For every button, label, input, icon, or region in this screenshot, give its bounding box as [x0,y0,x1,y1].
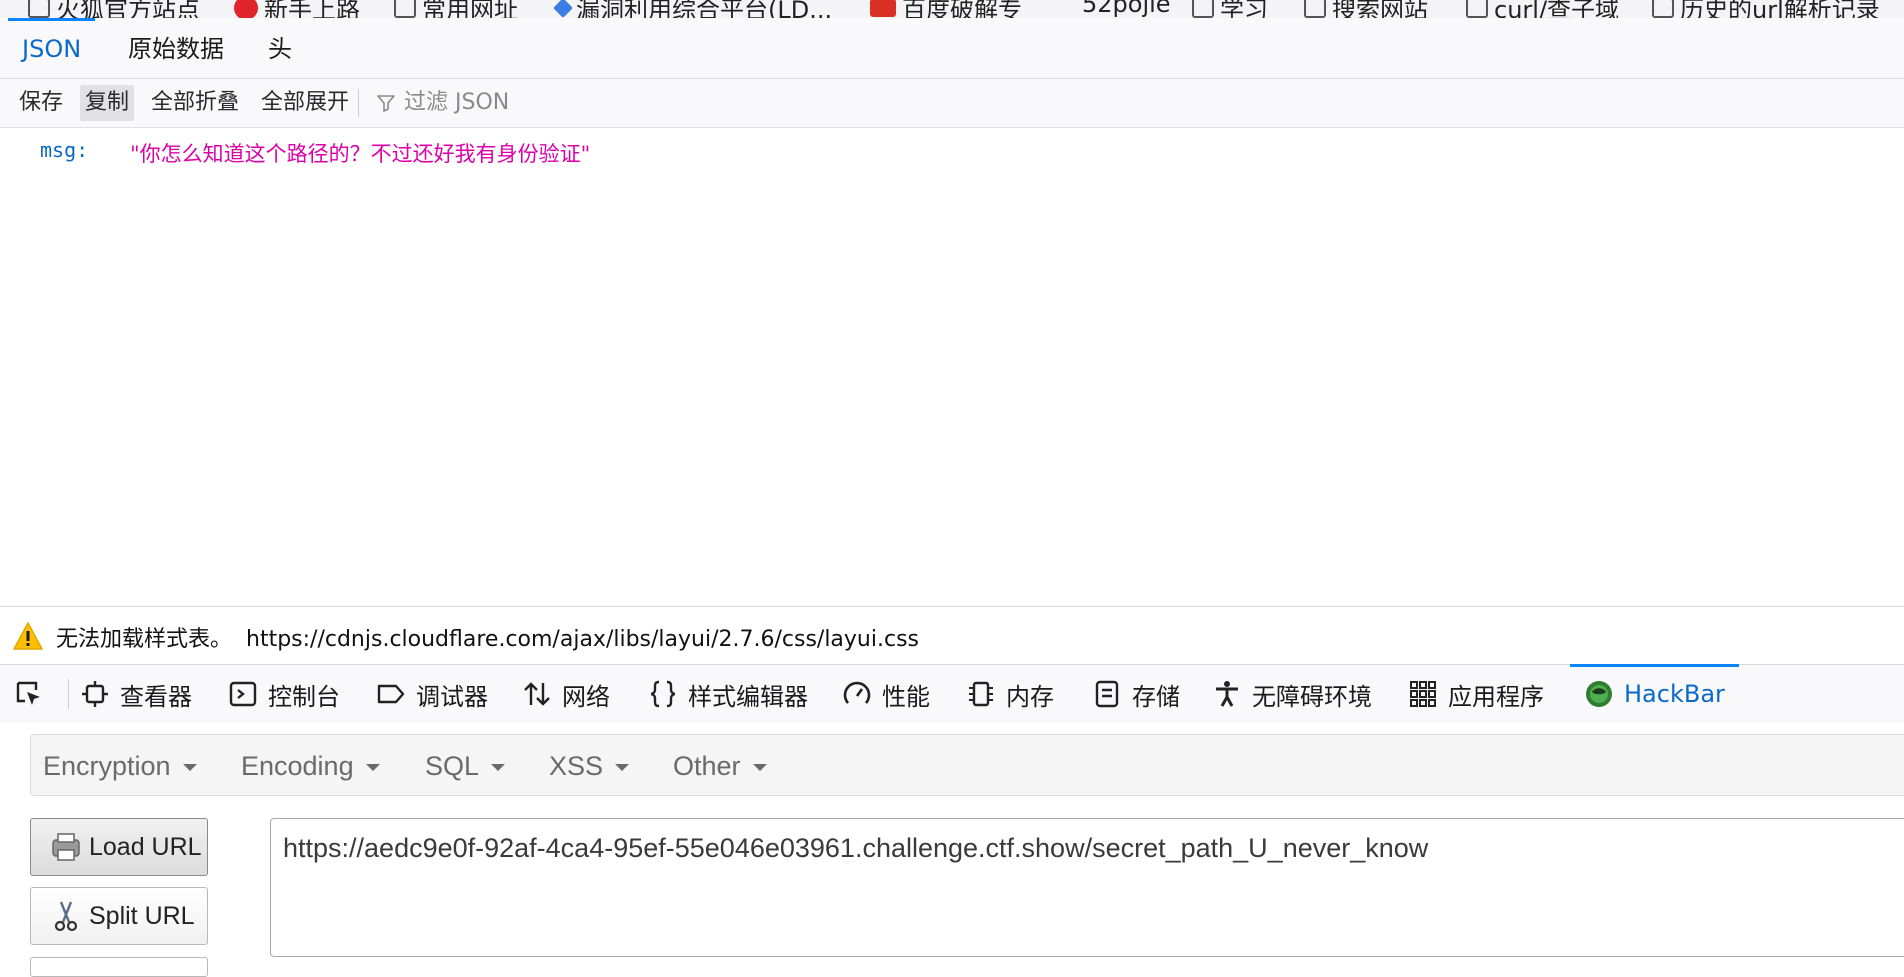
load-url-icon [52,833,80,861]
devtools-toolbar: 查看器 控制台 调试器 网络 样式编辑器 性能 内存 存储 无障碍环境 应用程序… [0,664,1904,724]
other-menu[interactable]: Other [673,735,767,795]
json-key: msg: [40,138,89,162]
tab-inspector[interactable]: 查看器 [80,665,192,723]
caret-down-icon [615,764,630,772]
hackbar-panel: Encryption Encoding SQL XSS Other Load U… [0,723,1904,977]
hackbar-menu: Encryption Encoding SQL XSS Other [30,734,1904,796]
warning-message: 无法加载样式表。 https://cdnjs.cloudflare.com/aja… [56,621,919,653]
memory-chip-icon [969,681,993,707]
gauge-icon [843,681,871,704]
url-textarea[interactable]: https://aedc9e0f-92af-4ca4-95ef-55e046e0… [270,818,1904,957]
json-row[interactable]: msg: "你怎么知道这个路径的？不过还好我有身份验证" [40,138,590,168]
filter-icon [377,95,395,112]
sql-menu[interactable]: SQL [425,735,506,795]
bookmark-item[interactable]: 搜索网站 [1304,0,1428,18]
toolbar-divider [358,89,359,117]
scissors-icon [54,901,78,932]
bookmark-item[interactable]: 百度破解专 [870,0,1022,18]
tab-console[interactable]: 控制台 [228,665,340,723]
load-url-button[interactable]: Load URL [30,818,208,876]
bookmark-item[interactable]: 常用网址 [394,0,518,18]
hackbar-logo-icon [1586,681,1612,707]
caret-down-icon [752,764,767,772]
bookmark-item[interactable]: 火狐官方站点 [28,0,200,18]
encoding-menu[interactable]: Encoding [241,735,380,795]
encryption-menu[interactable]: Encryption [43,735,197,795]
folder-icon [28,0,50,18]
warning-url[interactable]: https://cdnjs.cloudflare.com/ajax/libs/l… [246,627,919,652]
hackbar-button[interactable] [30,957,208,977]
warning-text: 无法加载样式表。 [56,627,233,652]
tab-accessibility[interactable]: 无障碍环境 [1212,665,1372,723]
bookmark-item[interactable]: 历史的url解析记录 [1652,0,1880,18]
xss-menu[interactable]: XSS [549,735,630,795]
expand-all-button[interactable]: 全部展开 [256,85,354,121]
tab-memory[interactable]: 内存 [966,665,1054,723]
folder-icon [1466,0,1488,18]
json-content: msg: "你怎么知道这个路径的？不过还好我有身份验证" [0,128,1904,606]
tab-debugger[interactable]: 调试器 [376,665,488,723]
copy-button[interactable]: 复制 [80,85,135,121]
inspector-icon [82,681,108,707]
json-value: "你怎么知道这个路径的？不过还好我有身份验证" [130,142,591,166]
filter-json-input[interactable]: 过滤 JSON [376,85,509,121]
caret-down-icon [491,764,506,772]
diamond-icon [553,0,573,18]
json-viewer-tabs: JSON 原始数据 头 [0,18,1904,79]
bookmark-item[interactable]: 新手上路 [234,0,360,18]
tab-style-editor[interactable]: 样式编辑器 [648,665,808,723]
folder-icon [1192,0,1214,18]
warning-icon [13,622,43,650]
tab-headers[interactable]: 头 [268,18,292,78]
accessibility-icon [1216,681,1238,707]
braces-icon [650,680,676,708]
folder-icon [1652,0,1674,18]
grid-icon [1410,681,1436,707]
filter-placeholder: 过滤 JSON [404,90,510,115]
tab-json[interactable]: JSON [7,18,96,78]
bookmark-item[interactable]: 52pojie [1076,0,1171,18]
debugger-icon [377,684,405,704]
tab-storage[interactable]: 存储 [1092,665,1180,723]
collapse-all-button[interactable]: 全部折叠 [146,85,244,121]
folder-icon [394,0,416,18]
split-url-button[interactable]: Split URL [30,887,208,945]
tab-raw-data[interactable]: 原始数据 [128,18,224,78]
badge-icon [870,0,896,17]
firefox-icon [234,0,258,18]
tab-performance[interactable]: 性能 [842,665,930,723]
bookmarks-toolbar: 火狐官方站点 新手上路 常用网址 漏洞利用综合平台(LD... 百度破解专 52… [0,0,1904,18]
bookmark-item[interactable]: 漏洞利用综合平台(LD... [553,0,832,18]
console-icon [229,681,257,707]
folder-icon [1304,0,1326,18]
bookmark-item[interactable]: curl/查子域 [1466,0,1619,18]
bookmark-item[interactable]: 学习 [1192,0,1268,18]
save-button[interactable]: 保存 [14,85,68,121]
json-toolbar: 保存 复制 全部折叠 全部展开 过滤 JSON [0,79,1904,128]
stylesheet-warning-bar: 无法加载样式表。 https://cdnjs.cloudflare.com/aja… [0,606,1904,665]
caret-down-icon [365,764,380,772]
element-picker-button[interactable] [14,665,44,723]
caret-down-icon [182,764,197,772]
storage-icon [1095,680,1119,708]
network-arrows-icon [524,682,550,706]
tab-network[interactable]: 网络 [522,665,610,723]
element-picker-icon [16,681,40,705]
toolbar-divider [68,679,69,709]
tab-hackbar[interactable]: HackBar [1570,664,1739,723]
tab-application[interactable]: 应用程序 [1408,665,1544,723]
